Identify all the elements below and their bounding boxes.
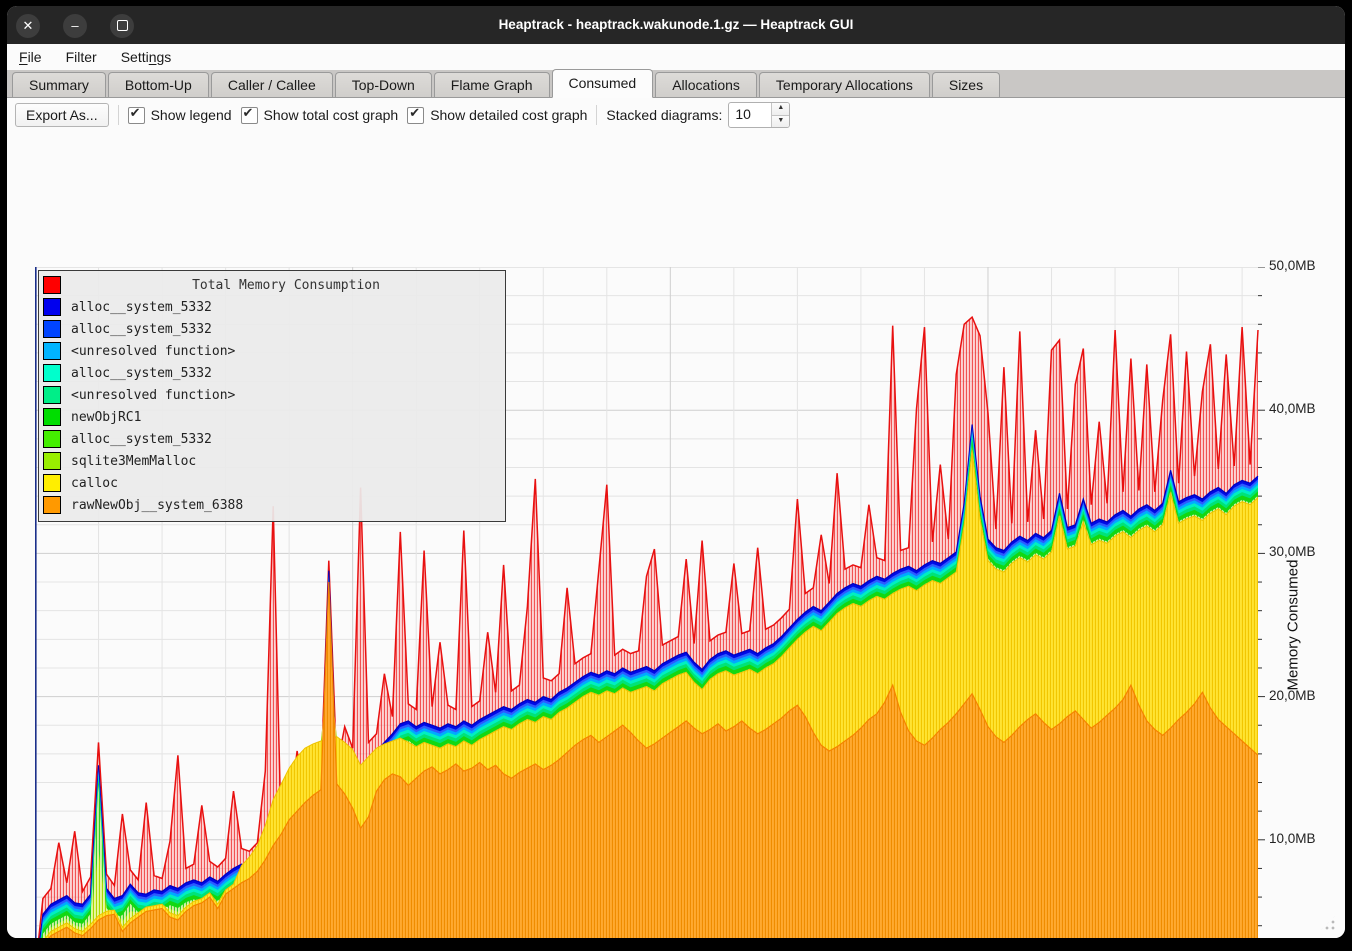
spin-down-icon[interactable]: ▼ <box>772 116 789 128</box>
legend-label: sqlite3MemMalloc <box>71 454 196 469</box>
legend-item-alloc-system-5332: alloc__system_5332 <box>43 318 501 340</box>
legend-label: alloc__system_5332 <box>71 322 212 337</box>
legend-swatch-icon <box>43 452 61 470</box>
screen-background: ✕ – Heaptrack - heaptrack.wakunode.1.gz … <box>0 0 1352 951</box>
tab-flame-graph[interactable]: Flame Graph <box>434 72 550 97</box>
title-bar[interactable]: ✕ – Heaptrack - heaptrack.wakunode.1.gz … <box>7 6 1345 44</box>
legend-item-alloc-system-5332: alloc__system_5332 <box>43 362 501 384</box>
checkbox-show-detailed-cost-graph[interactable]: ✔ Show detailed cost graph <box>407 107 587 124</box>
stacked-diagrams-spinbox[interactable]: 10 ▲ ▼ <box>728 102 790 128</box>
tab-summary[interactable]: Summary <box>12 72 106 97</box>
legend-item-sqlite3memmalloc: sqlite3MemMalloc <box>43 450 501 472</box>
stacked-diagrams-label: Stacked diagrams: <box>606 107 722 123</box>
legend-label: alloc__system_5332 <box>71 300 212 315</box>
legend-item-unresolved-function: <unresolved function> <box>43 384 501 406</box>
export-as-button[interactable]: Export As... <box>15 103 109 127</box>
chart-legend[interactable]: Total Memory Consumption alloc__system_53… <box>38 270 506 522</box>
menu-settings[interactable]: Settings <box>109 44 184 70</box>
tab-caller-callee[interactable]: Caller / Callee <box>211 72 333 97</box>
checkbox-group: ✔ Show legend ✔ Show total cost graph ✔ Show … <box>128 107 588 124</box>
legend-title-row: Total Memory Consumption <box>43 274 501 296</box>
menu-file[interactable]: File <box>7 44 54 70</box>
tab-allocations[interactable]: Allocations <box>655 72 757 97</box>
legend-item-alloc-system-5332: alloc__system_5332 <box>43 296 501 318</box>
checkbox-label: Show legend <box>151 107 232 123</box>
legend-swatch-icon <box>43 474 61 492</box>
legend-label: newObjRC1 <box>71 410 141 425</box>
toolbar-separator <box>596 105 597 125</box>
legend-item-calloc: calloc <box>43 472 501 494</box>
legend-swatch-icon <box>43 408 61 426</box>
y-axis-title: Memory Consumed <box>1261 267 1325 938</box>
legend-label: rawNewObj__system_6388 <box>71 498 243 513</box>
window-title: Heaptrack - heaptrack.wakunode.1.gz — He… <box>7 6 1345 44</box>
checkbox-show-total-cost-graph[interactable]: ✔ Show total cost graph <box>241 107 399 124</box>
legend-item-unresolved-function: <unresolved function> <box>43 340 501 362</box>
checkbox-show-legend[interactable]: ✔ Show legend <box>128 107 232 124</box>
legend-swatch-icon <box>43 298 61 316</box>
legend-label: <unresolved function> <box>71 388 235 403</box>
stacked-diagrams-control: Stacked diagrams: 10 ▲ ▼ <box>606 102 790 128</box>
legend-label: alloc__system_5332 <box>71 432 212 447</box>
spinbox-value[interactable]: 10 <box>729 103 771 127</box>
toolbar: Export As... ✔ Show legend ✔ Show total cos… <box>7 98 1345 132</box>
legend-swatch-icon <box>43 496 61 514</box>
legend-swatch-icon <box>43 276 61 294</box>
checkbox-label: Show detailed cost graph <box>430 107 587 123</box>
legend-label: Total Memory Consumption <box>71 278 501 293</box>
tab-temporary-allocations[interactable]: Temporary Allocations <box>759 72 930 97</box>
toolbar-separator <box>118 105 119 125</box>
checkbox-box[interactable]: ✔ <box>241 107 258 124</box>
tab-bar: SummaryBottom-UpCaller / CalleeTop-DownF… <box>7 70 1345 98</box>
legend-swatch-icon <box>43 386 61 404</box>
chart-region: 50,0MB40,0MB30,0MB20,0MB10,0MB0B 00.000s… <box>7 132 1345 938</box>
legend-swatch-icon <box>43 364 61 382</box>
menu-bar: FileFilterSettings <box>7 44 1345 70</box>
spin-up-icon[interactable]: ▲ <box>772 103 789 116</box>
menu-filter[interactable]: Filter <box>54 44 109 70</box>
tab-bottom-up[interactable]: Bottom-Up <box>108 72 209 97</box>
legend-label: <unresolved function> <box>71 344 235 359</box>
legend-label: calloc <box>71 476 118 491</box>
legend-label: alloc__system_5332 <box>71 366 212 381</box>
tab-top-down[interactable]: Top-Down <box>335 72 432 97</box>
tab-consumed[interactable]: Consumed <box>552 69 654 98</box>
app-window: ✕ – Heaptrack - heaptrack.wakunode.1.gz … <box>7 6 1345 938</box>
legend-swatch-icon <box>43 342 61 360</box>
legend-swatch-icon <box>43 320 61 338</box>
legend-item-newobjrc1: newObjRC1 <box>43 406 501 428</box>
legend-item-alloc-system-5332: alloc__system_5332 <box>43 428 501 450</box>
checkbox-box[interactable]: ✔ <box>407 107 424 124</box>
checkbox-label: Show total cost graph <box>264 107 399 123</box>
legend-swatch-icon <box>43 430 61 448</box>
legend-item-rawnewobj-system-6388: rawNewObj__system_6388 <box>43 494 501 516</box>
tab-sizes[interactable]: Sizes <box>932 72 1000 97</box>
checkbox-box[interactable]: ✔ <box>128 107 145 124</box>
